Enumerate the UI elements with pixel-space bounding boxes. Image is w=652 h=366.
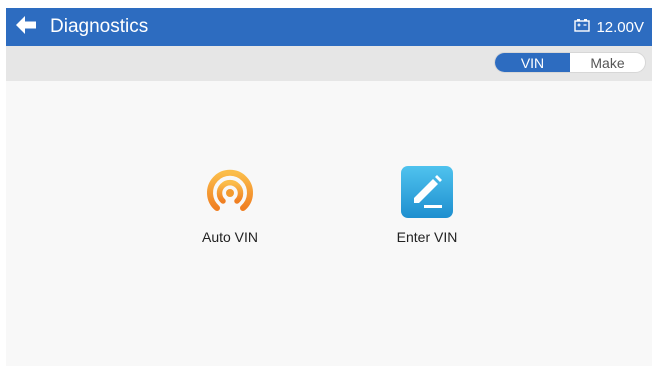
enter-vin-button[interactable]: Enter VIN: [372, 165, 482, 245]
diagnostics-screen: Diagnostics 12.00V VIN Make Auto VIN Ent…: [6, 8, 652, 366]
battery-icon: [574, 18, 591, 36]
auto-vin-button[interactable]: Auto VIN: [175, 163, 285, 245]
auto-vin-signal-icon: [175, 163, 285, 219]
vin-make-toggle: VIN Make: [494, 52, 646, 73]
auto-vin-label: Auto VIN: [201, 229, 259, 245]
page-title: Diagnostics: [50, 16, 149, 37]
tab-make[interactable]: Make: [570, 53, 645, 72]
tab-vin[interactable]: VIN: [495, 53, 570, 72]
enter-vin-label: Enter VIN: [396, 229, 458, 245]
app-header: Diagnostics 12.00V: [6, 8, 652, 46]
battery-voltage: 12.00V: [596, 18, 644, 36]
edit-pencil-icon: [372, 165, 482, 219]
battery-status: 12.00V: [574, 8, 644, 46]
mode-toolbar: VIN Make: [6, 46, 652, 81]
arrow-left-icon: [15, 15, 37, 40]
back-button[interactable]: [12, 14, 40, 40]
